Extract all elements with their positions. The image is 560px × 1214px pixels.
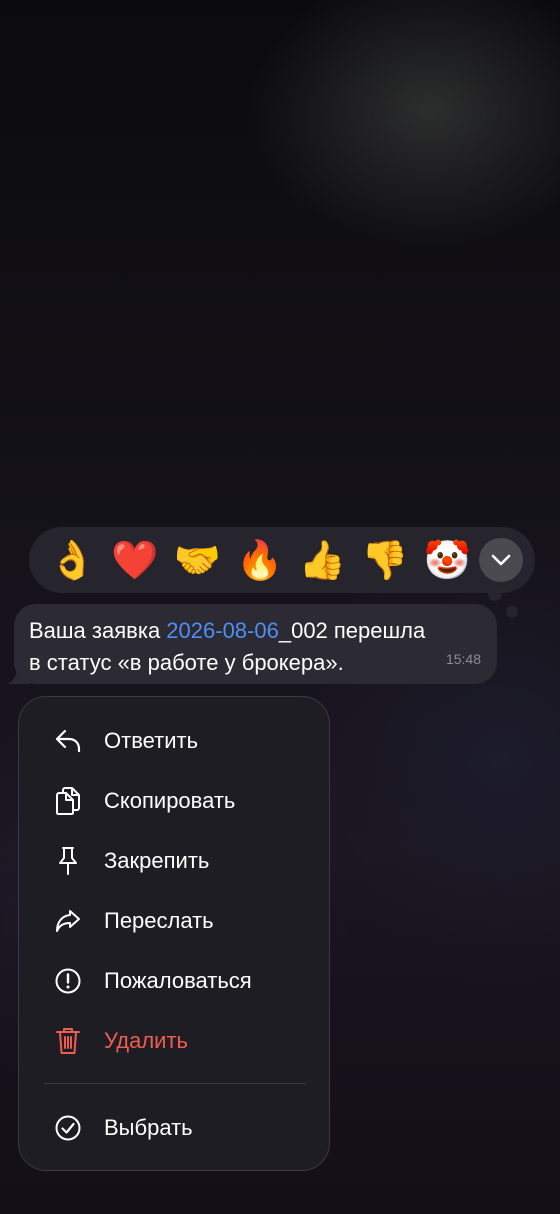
reaction-thumbs-up[interactable]: 👍 bbox=[291, 529, 354, 591]
copy-icon bbox=[53, 786, 83, 816]
reactions-tail-dot bbox=[506, 606, 518, 618]
menu-label: Скопировать bbox=[104, 788, 236, 813]
pin-icon bbox=[53, 846, 83, 876]
menu-item-select[interactable]: Выбрать bbox=[19, 1098, 329, 1158]
context-menu: Ответить Скопировать Закрепить Переслать bbox=[18, 696, 330, 1171]
reaction-heart[interactable]: ❤️ bbox=[104, 529, 167, 591]
menu-label: Пожаловаться bbox=[104, 968, 252, 993]
message-text: _002 перешла bbox=[278, 618, 426, 643]
report-icon bbox=[53, 966, 83, 996]
message-text: Ваша заявка bbox=[29, 618, 167, 643]
menu-label: Ответить bbox=[104, 728, 199, 753]
menu-label: Выбрать bbox=[104, 1115, 193, 1140]
trash-icon bbox=[53, 1026, 83, 1056]
menu-item-copy[interactable]: Скопировать bbox=[19, 771, 329, 831]
chevron-down-icon bbox=[491, 554, 511, 566]
menu-divider bbox=[44, 1083, 306, 1084]
menu-item-report[interactable]: Пожаловаться bbox=[19, 951, 329, 1011]
message-line-2: в статус «в работе у брокера». bbox=[29, 650, 344, 675]
menu-item-reply[interactable]: Ответить bbox=[19, 711, 329, 771]
message-line-1: Ваша заявка 2026-08-06_002 перешла bbox=[29, 615, 482, 647]
menu-label: Переслать bbox=[104, 908, 214, 933]
reaction-thumbs-down[interactable]: 👎 bbox=[354, 529, 417, 591]
message-bubble[interactable]: Ваша заявка 2026-08-06_002 перешла в ста… bbox=[14, 604, 497, 684]
reaction-fire[interactable]: 🔥 bbox=[229, 529, 292, 591]
menu-item-delete[interactable]: Удалить bbox=[19, 1011, 329, 1071]
select-check-icon bbox=[53, 1113, 83, 1143]
reactions-tail-dot bbox=[488, 587, 502, 601]
expand-reactions-button[interactable] bbox=[479, 538, 523, 582]
message-timestamp: 15:48 bbox=[445, 651, 481, 667]
reaction-clown[interactable]: 🤡 bbox=[416, 529, 479, 591]
menu-label: Закрепить bbox=[104, 848, 210, 873]
reaction-handshake[interactable]: 🤝 bbox=[166, 529, 229, 591]
menu-item-pin[interactable]: Закрепить bbox=[19, 831, 329, 891]
menu-label: Удалить bbox=[104, 1028, 188, 1053]
reaction-ok-hand[interactable]: 👌 bbox=[41, 529, 104, 591]
menu-item-forward[interactable]: Переслать bbox=[19, 891, 329, 951]
reply-icon bbox=[53, 726, 83, 756]
reactions-bar: 👌 ❤️ 🤝 🔥 👍 👎 🤡 bbox=[29, 527, 535, 593]
forward-icon bbox=[53, 906, 83, 936]
message-date-link[interactable]: 2026-08-06 bbox=[166, 618, 279, 643]
